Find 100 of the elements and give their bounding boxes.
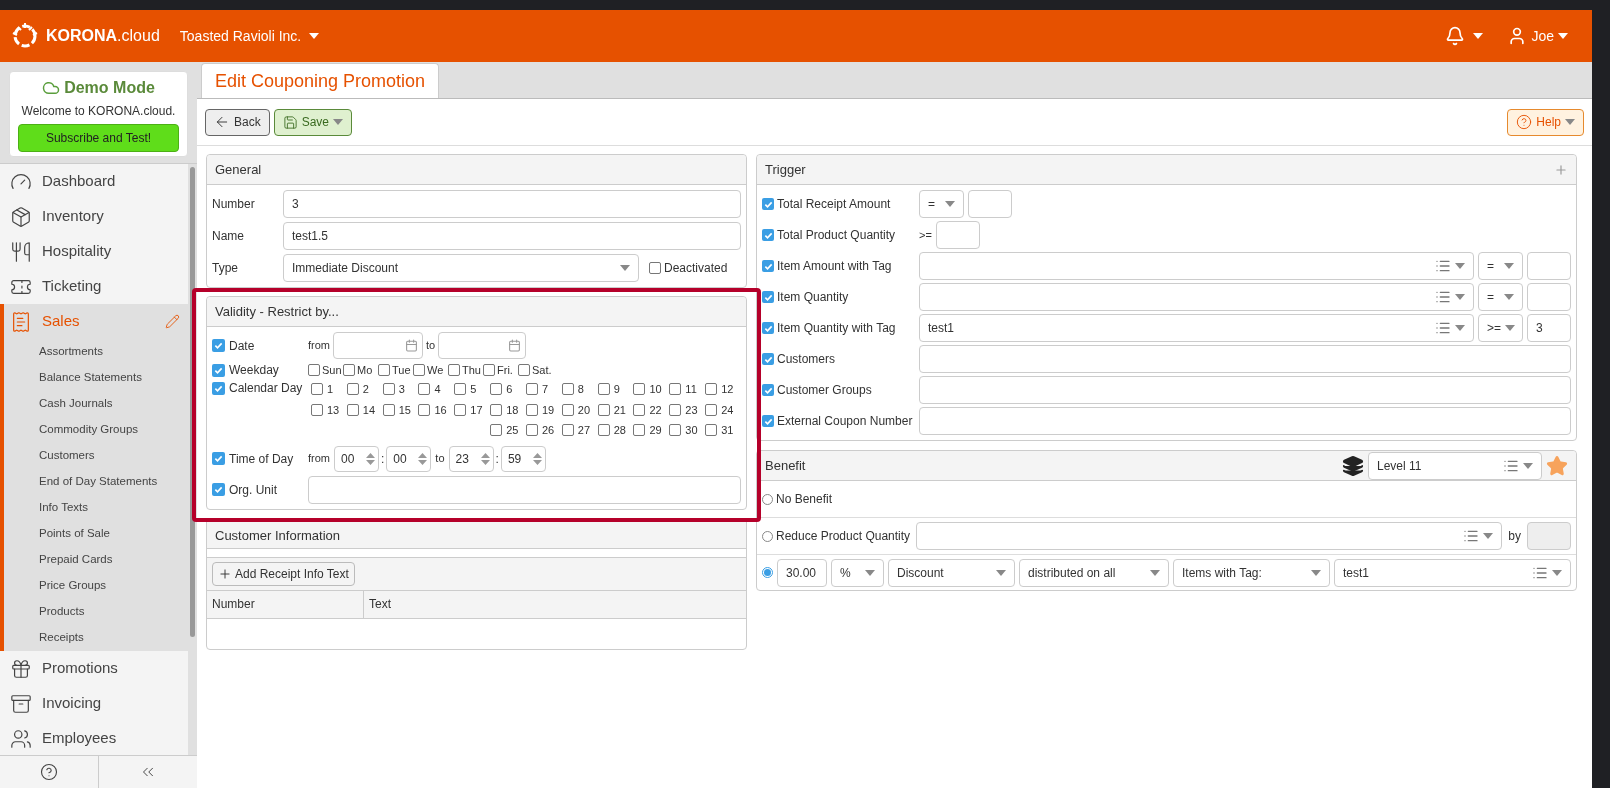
company-dropdown[interactable]: Toasted Ravioli Inc. (179, 25, 320, 47)
dropdown[interactable]: Immediate Discount (283, 254, 639, 282)
checkbox[interactable] (378, 364, 390, 376)
input-field[interactable] (1527, 283, 1571, 311)
checkbox[interactable] (762, 229, 774, 241)
checkbox[interactable] (212, 339, 225, 352)
checkbox[interactable] (561, 424, 574, 437)
checkbox[interactable] (762, 353, 774, 365)
dropdown[interactable]: = (1478, 252, 1523, 280)
column-header[interactable]: Number (207, 590, 364, 618)
input-field[interactable] (1527, 252, 1571, 280)
checkbox[interactable] (633, 403, 646, 416)
checkbox[interactable] (597, 403, 610, 416)
checkbox[interactable] (382, 383, 395, 396)
checkbox[interactable] (705, 424, 718, 437)
radio-button[interactable] (762, 493, 773, 505)
nav-subitem[interactable]: Price Groups (4, 573, 188, 599)
input-field[interactable] (935, 221, 980, 249)
subscribe-button[interactable]: Subscribe and Test! (18, 124, 179, 152)
dropdown[interactable]: >= (1478, 314, 1523, 342)
checkbox[interactable] (561, 403, 574, 416)
checkbox[interactable] (669, 424, 682, 437)
checkbox[interactable] (705, 383, 718, 396)
nav-subitem[interactable]: Products (4, 599, 188, 625)
checkbox[interactable] (483, 364, 495, 376)
checkbox[interactable] (454, 383, 467, 396)
checkbox[interactable] (669, 403, 682, 416)
checkbox[interactable] (343, 364, 355, 376)
dropdown[interactable]: Items with Tag: (1173, 558, 1330, 587)
nav-item[interactable]: Invoicing (0, 686, 188, 721)
nav-item[interactable]: Employees (0, 721, 188, 755)
nav-subitem[interactable]: End of Day Statements (4, 469, 188, 495)
nav-subitem[interactable]: Receipts (4, 625, 188, 651)
checkbox[interactable] (526, 424, 538, 437)
checkbox[interactable] (490, 383, 503, 396)
nav-subitem[interactable]: Commodity Groups (4, 417, 188, 443)
nav-subitem[interactable]: Assortments (4, 339, 188, 365)
input-field[interactable] (919, 407, 1571, 435)
dropdown[interactable]: test1 (919, 314, 1474, 342)
date-field[interactable] (438, 332, 527, 359)
nav-subitem[interactable]: Points of Sale (4, 521, 188, 547)
checkbox[interactable] (762, 322, 774, 334)
input-field[interactable] (968, 190, 1012, 218)
add-receipt-info-button[interactable]: Add Receipt Info Text (212, 561, 355, 586)
input-field[interactable]: 30.00 (777, 558, 827, 587)
nav-item[interactable]: Promotions (0, 651, 188, 686)
checkbox[interactable] (762, 291, 774, 303)
checkbox[interactable] (212, 483, 225, 496)
radio-button[interactable] (762, 530, 773, 542)
checkbox[interactable] (413, 364, 425, 376)
input-field[interactable]: test1.5 (283, 222, 741, 250)
input-field[interactable]: 3 (1527, 314, 1571, 342)
nav-subitem[interactable]: Cash Journals (4, 391, 188, 417)
checkbox[interactable] (526, 403, 538, 416)
nav-subitem[interactable]: Prepaid Cards (4, 547, 188, 573)
page-tab[interactable]: Edit Couponing Promotion (201, 63, 440, 98)
checkbox[interactable] (382, 403, 395, 416)
checkbox[interactable] (518, 364, 530, 376)
input-field[interactable]: 3 (283, 190, 741, 218)
checkbox[interactable] (669, 383, 682, 396)
nav-item[interactable]: Inventory (0, 199, 188, 234)
column-header[interactable]: Text (364, 590, 746, 618)
checkbox[interactable] (633, 383, 646, 396)
spin-field[interactable]: 00 (334, 445, 379, 472)
radio-button[interactable] (762, 567, 773, 578)
dropdown[interactable]: Level 11 (1368, 451, 1542, 480)
nav-subitem[interactable]: Balance Statements (4, 365, 188, 391)
checkbox[interactable] (448, 364, 460, 376)
back-button[interactable]: Back (205, 108, 270, 136)
checkbox[interactable] (346, 383, 359, 396)
checkbox[interactable] (346, 403, 359, 416)
save-button[interactable]: Save (273, 108, 353, 136)
checkbox[interactable] (308, 364, 320, 376)
input-field[interactable] (308, 475, 741, 504)
help-button[interactable]: Help (1507, 108, 1584, 136)
input-field[interactable] (1527, 522, 1571, 550)
nav-subitem[interactable]: Info Texts (4, 495, 188, 521)
dropdown[interactable]: % (831, 558, 884, 587)
checkbox[interactable] (454, 403, 467, 416)
nav-item[interactable]: Ticketing (0, 269, 188, 304)
input-field[interactable] (919, 345, 1571, 373)
spin-field[interactable]: 00 (386, 445, 432, 472)
checkbox[interactable] (212, 452, 225, 465)
checkbox[interactable] (597, 424, 610, 437)
checkbox[interactable] (762, 260, 774, 272)
nav-item[interactable]: Hospitality (0, 234, 188, 269)
date-field[interactable] (333, 332, 423, 359)
nav-item[interactable]: Dashboard (0, 164, 188, 199)
checkbox[interactable] (762, 198, 774, 210)
input-field[interactable] (919, 376, 1571, 404)
checkbox[interactable] (633, 424, 646, 437)
checkbox[interactable] (418, 383, 431, 396)
checkbox[interactable] (762, 384, 774, 396)
dropdown[interactable]: distributed on all (1019, 558, 1169, 587)
checkbox[interactable] (561, 383, 574, 396)
checkbox[interactable] (311, 383, 323, 396)
dropdown[interactable]: Discount (888, 558, 1015, 587)
spin-field[interactable]: 59 (500, 445, 546, 472)
checkbox[interactable] (490, 403, 503, 416)
checkbox[interactable] (418, 403, 431, 416)
